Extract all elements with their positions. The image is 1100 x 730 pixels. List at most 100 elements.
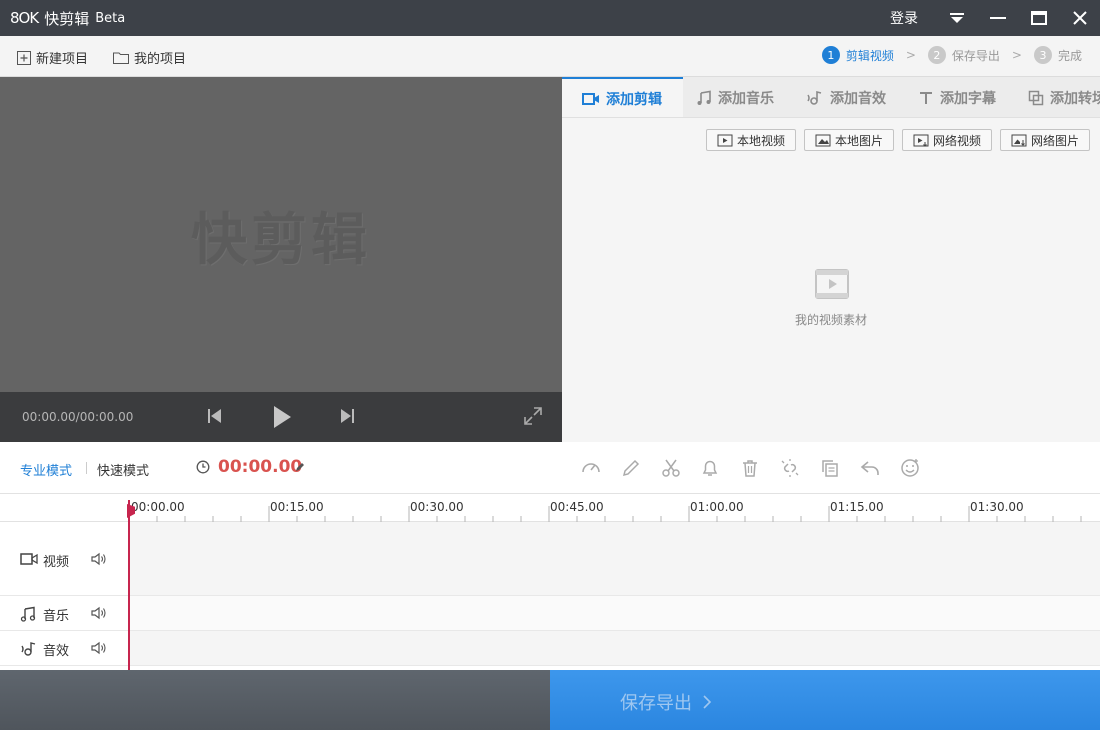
title-bar: 8OK 快剪辑 Beta 登录 [0,0,1100,36]
minimize-button[interactable] [977,0,1018,36]
step-separator: > [905,48,916,62]
mode-divider [86,462,87,474]
tab-label: 添加剪辑 [606,91,662,108]
toolbar: 新建项目 我的项目 1 剪辑视频 > 2 保存导出 > 3 完成 [0,36,1100,77]
web-image-button[interactable]: 网络图片 [1000,129,1090,151]
minimize-icon [989,17,1006,19]
track-header: 音乐 [0,596,129,630]
text-icon [920,91,932,104]
tab-label: 添加音效 [830,90,886,107]
trash-icon[interactable] [739,457,761,479]
sound-effect-icon [807,90,822,105]
sound-effect-icon [21,642,36,656]
timeline-ruler[interactable]: 00:00.00 00:15.00 00:30.00 00:45.00 01:0… [0,494,1100,522]
tab-add-clip[interactable]: 添加剪辑 [562,77,683,117]
login-button[interactable]: 登录 [890,8,918,28]
menu-dropdown-button[interactable] [936,0,977,36]
track-header: 视频 [0,522,129,595]
progress-steps: 1 剪辑视频 > 2 保存导出 > 3 完成 [821,46,1082,64]
new-project-button[interactable]: 新建项目 [16,48,88,67]
local-image-label: 本地图片 [834,133,883,148]
local-image-button[interactable]: 本地图片 [804,129,894,151]
new-project-label: 新建项目 [36,52,89,67]
video-preview: 快剪辑 [0,77,562,392]
pro-mode-tab[interactable]: 专业模式 [20,460,72,479]
unlink-icon[interactable] [779,457,801,479]
timecode: 00:00.00/00:00.00 [22,410,134,424]
tab-label: 添加音乐 [718,90,774,107]
film-icon [815,269,849,299]
tick-label: 00:45.00 [550,500,604,514]
track-label: 视频 [43,555,70,570]
next-button[interactable] [338,405,356,431]
maximize-button[interactable] [1018,0,1059,36]
tab-add-transition[interactable]: 添加转场 [1028,77,1100,117]
folder-icon [113,52,129,64]
media-panel: 添加剪辑 添加音乐 添加音效 添加字幕 添加转场 本地视频 本地图片 网络视频 … [562,77,1100,442]
track-header: 音效 [0,631,129,665]
step-number: 3 [1033,46,1052,64]
video-camera-icon [20,553,38,565]
step-save-export: 2 保存导出 [927,46,1000,64]
play-button[interactable] [272,404,292,434]
tick-label: 01:15.00 [830,500,884,514]
tab-add-music[interactable]: 添加音乐 [696,77,774,117]
skip-next-icon [341,409,354,423]
mode-bar: 专业模式 快速模式 00:00.00 [0,442,1100,494]
tab-label: 添加字幕 [940,90,996,107]
playback-controls: 00:00.00/00:00.00 [0,392,562,442]
my-projects-button[interactable]: 我的项目 [112,48,186,67]
video-camera-icon [582,92,599,105]
close-button[interactable] [1059,0,1100,36]
track-label: 音效 [43,644,70,659]
quick-mode-tab[interactable]: 快速模式 [97,460,149,479]
save-export-label: 保存导出 [620,693,692,714]
track-body[interactable] [129,522,1100,595]
step-label: 完成 [1057,48,1082,63]
track-body[interactable] [129,596,1100,630]
web-video-label: 网络视频 [932,133,981,148]
menu-dropdown-icon [949,13,964,23]
edit-duration-icon[interactable] [295,462,305,472]
tab-add-sound-effect[interactable]: 添加音效 [806,77,886,117]
previous-button[interactable] [206,405,224,431]
plus-box-icon [17,50,31,65]
copy-icon[interactable] [819,457,841,479]
maximize-icon [1030,11,1047,25]
music-note-icon [20,606,36,622]
bell-icon[interactable] [699,457,721,479]
tab-label: 添加转场 [1050,90,1100,107]
fullscreen-button[interactable] [523,406,543,430]
volume-icon[interactable] [91,606,107,620]
track-body[interactable] [129,631,1100,665]
timeline-tracks: 视频 音乐 音效 [0,522,1100,670]
duration-timer: 00:00.00 [218,457,303,477]
step-number: 1 [821,46,840,64]
volume-icon[interactable] [91,552,107,566]
undo-icon[interactable] [859,457,881,479]
speed-icon[interactable] [580,457,602,479]
local-video-button[interactable]: 本地视频 [706,129,796,151]
tick-label: 00:00.00 [131,500,185,514]
my-projects-label: 我的项目 [134,52,187,67]
step-number: 2 [927,46,946,64]
video-file-icon [717,134,733,146]
tick-label: 00:30.00 [410,500,464,514]
track-label: 音乐 [43,609,70,624]
emoji-icon[interactable] [899,457,921,479]
save-export-button[interactable]: 保存导出 [550,670,1100,730]
app-name: 快剪辑 [44,9,90,28]
playhead[interactable] [128,500,130,670]
scissors-icon[interactable] [660,457,682,479]
music-note-icon [697,90,711,105]
transition-icon [1028,90,1044,105]
web-image-label: 网络图片 [1030,133,1079,148]
footer-left [0,670,550,730]
pen-icon[interactable] [620,457,642,479]
chevron-right-icon [703,695,712,709]
web-video-icon [913,134,929,147]
volume-icon[interactable] [91,641,107,655]
tab-add-subtitle[interactable]: 添加字幕 [918,77,996,117]
step-separator: > [1011,48,1022,62]
web-video-button[interactable]: 网络视频 [902,129,992,151]
